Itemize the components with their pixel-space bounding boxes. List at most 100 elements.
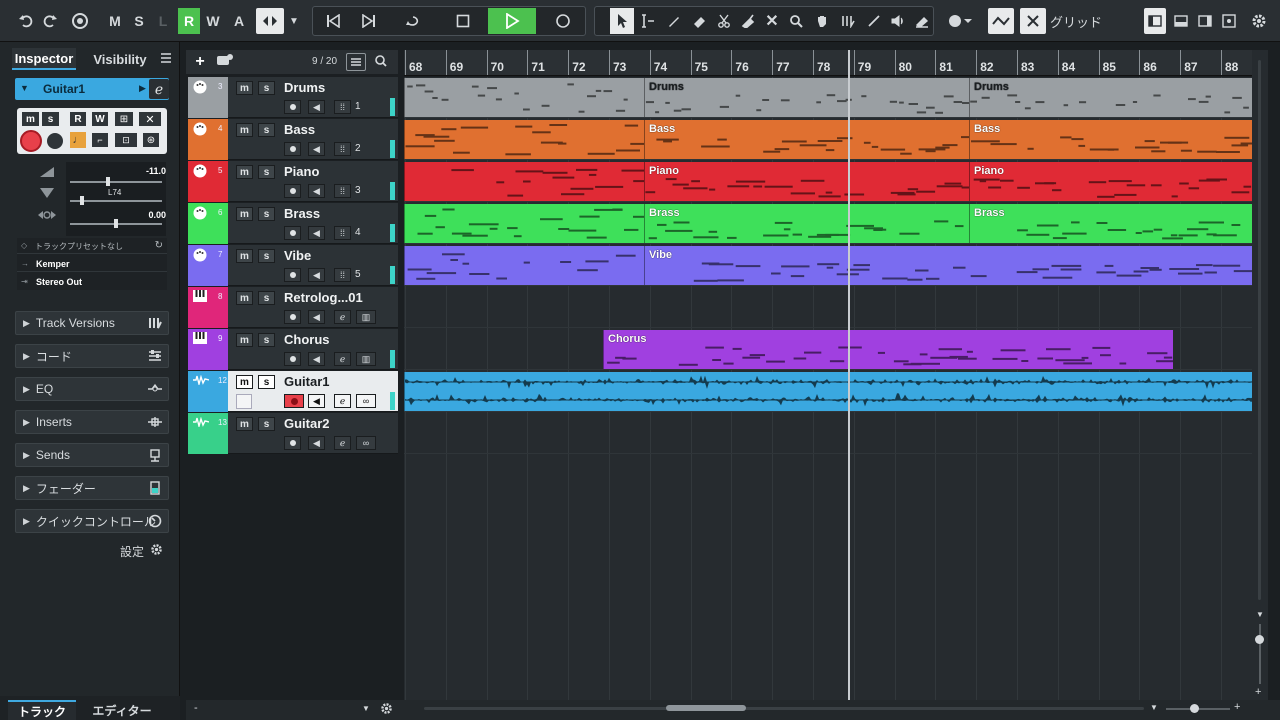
hand-icon[interactable] [810,8,834,34]
constrain-delay-icon[interactable] [68,8,92,34]
track-7[interactable]: 12 m s Guitar1 ◀ ℯ ∞ [188,371,398,412]
grid-icon[interactable]: ⁞⁞ [334,100,351,114]
go-to-end-icon[interactable] [356,8,382,34]
inspector-track-header[interactable]: ▼ Guitar1 ▶ ℯ [15,78,169,100]
vertical-scrollbar[interactable]: ▼ + [1252,50,1268,700]
zoom-out-icon[interactable]: ▼ [1150,703,1158,712]
gear-icon[interactable] [1248,8,1270,34]
monitor-icon[interactable]: ◀ [308,310,325,324]
midi-part[interactable]: Vibe [644,246,1252,285]
record-enable-icon[interactable] [284,100,301,114]
chevron-down-icon[interactable]: ▼ [362,704,370,713]
track-name[interactable]: Vibe [284,248,311,263]
minus-icon[interactable]: - [194,702,198,714]
lane-icon[interactable]: ⌐ [92,133,108,147]
timebase-icon[interactable]: ⊡ [115,133,137,147]
record-enable-icon[interactable] [284,226,301,240]
record-enable-icon[interactable] [284,310,301,324]
vertical-zoom-handle[interactable] [1255,635,1264,644]
track-5[interactable]: 8 m s Retrolog...01 ◀ ℯ ▥ [188,287,398,328]
zoom-in-icon[interactable]: + [1255,686,1261,698]
object-selection-icon[interactable] [610,8,634,34]
inspector-mute-button[interactable]: m [22,112,39,126]
section-quick-controls[interactable]: ▶ クイックコントロール [15,509,169,533]
collapse-icon[interactable]: ▼ [20,83,29,93]
midi-part[interactable]: Bass [969,120,1252,159]
track-lane[interactable] [404,287,1252,328]
mute-button[interactable]: m [236,207,253,221]
undo-icon[interactable] [14,8,38,34]
input-routing-field[interactable]: → Kemper [17,255,167,272]
record-enable-icon[interactable] [284,184,301,198]
track-1[interactable]: 4 m s Bass ◀ ⁞⁞ 2 [188,119,398,160]
search-icon[interactable] [372,53,392,71]
stop-icon[interactable] [450,8,476,34]
midi-part[interactable]: Bass [644,120,969,159]
midi-part[interactable] [404,204,644,243]
track-name[interactable]: Retrolog...01 [284,290,363,305]
monitor-icon[interactable] [47,133,63,149]
channel-settings-icon[interactable]: ✕ [139,112,161,126]
midi-part[interactable] [404,78,644,117]
output-routing-field[interactable]: ⇥ Stereo Out [17,273,167,290]
track-name[interactable]: Guitar2 [284,416,330,431]
tuner-icon[interactable]: ⊛ [143,133,159,147]
line-icon[interactable] [862,8,886,34]
tab-track[interactable]: トラック [8,700,76,720]
tab-inspector[interactable]: Inspector [12,48,76,70]
audio-event[interactable] [404,372,1252,411]
grid-icon[interactable]: ⁞⁞ [334,184,351,198]
volume-slider[interactable] [70,181,162,183]
musical-mode-icon[interactable]: ♩ [70,132,86,148]
track-name[interactable]: Bass [284,122,315,137]
cycle-icon[interactable] [400,8,426,34]
refresh-icon[interactable]: ↻ [155,240,163,251]
record-icon[interactable] [550,8,576,34]
solo-button[interactable]: s [258,123,275,137]
write-automation-button[interactable]: W [202,8,224,34]
window-layout-icon[interactable] [1218,8,1240,34]
mute-button[interactable]: m [236,291,253,305]
delay-slider-handle[interactable] [114,219,118,228]
volume-slider-handle[interactable] [106,177,110,186]
midi-part[interactable]: Drums [969,78,1252,117]
horizontal-scroll-thumb[interactable] [666,705,746,711]
record-enable-icon[interactable] [284,394,304,408]
mute-button[interactable]: m [236,417,253,431]
project-cursor[interactable] [848,50,850,700]
mute-button[interactable]: m [236,375,253,389]
section-sends[interactable]: ▶ Sends [15,443,169,467]
track-8[interactable]: 13 m s Guitar2 ◀ ℯ ∞ [188,413,398,454]
gear-icon[interactable] [380,702,393,718]
erase-icon[interactable] [688,8,712,34]
freeze-icon[interactable]: ⊞ [115,112,133,126]
track-6[interactable]: 9 m s Chorus ◀ ℯ ▥ [188,329,398,370]
record-enable-icon[interactable] [284,268,301,282]
mute-button[interactable]: m [236,333,253,347]
pan-slider-handle[interactable] [80,196,84,205]
track-name[interactable]: Chorus [284,332,330,347]
right-zone-icon[interactable] [1194,8,1216,34]
glue-icon[interactable] [736,8,760,34]
link-icon[interactable]: ∞ [356,394,376,408]
add-track-from-preset-icon[interactable] [216,53,238,71]
auto-scroll-icon[interactable] [942,8,978,34]
draw-icon[interactable] [662,8,686,34]
lane-toggle[interactable] [236,394,252,409]
write-button[interactable]: W [92,112,108,126]
midi-part[interactable]: Drums [644,78,969,117]
track-name[interactable]: Piano [284,164,319,179]
section-track-versions[interactable]: ▶ Track Versions [15,311,169,335]
monitor-icon[interactable]: ◀ [308,436,325,450]
snap-mode-select[interactable]: グリッド [1048,8,1138,34]
keyboard-icon[interactable]: ▥ [356,352,376,366]
track-2[interactable]: 5 m s Piano ◀ ⁞⁞ 3 [188,161,398,202]
midi-part[interactable]: Brass [644,204,969,243]
midi-part[interactable]: Piano [644,162,969,201]
link-icon[interactable]: ∞ [356,436,376,450]
edit-icon[interactable]: ℯ [334,394,351,408]
track-list-menu-icon[interactable] [346,53,366,71]
mute-all-button[interactable]: M [104,8,126,34]
track-lane[interactable] [404,413,1252,454]
snap-toggle-icon[interactable] [988,8,1014,34]
